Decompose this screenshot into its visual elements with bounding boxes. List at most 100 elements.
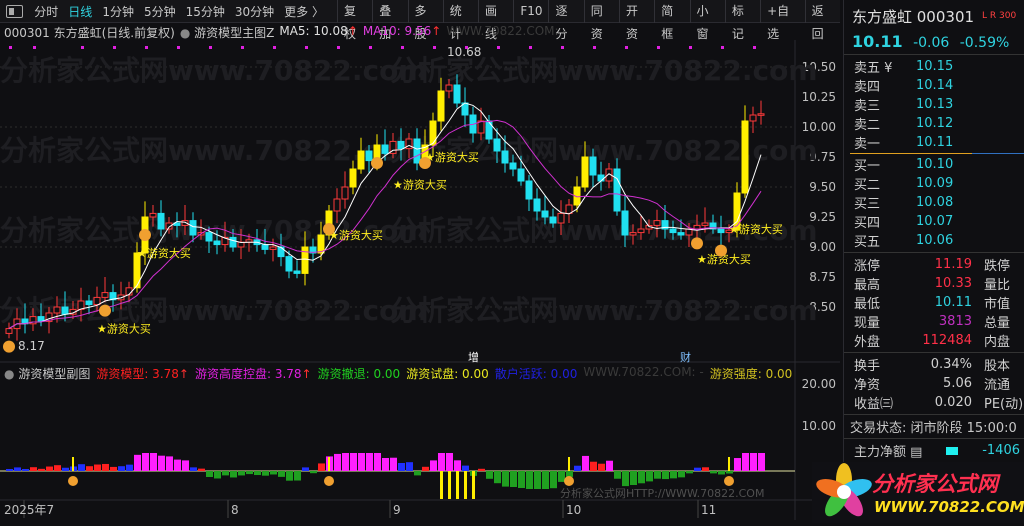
sub-bar: [478, 468, 485, 471]
sub-bar: [238, 471, 245, 476]
marker-dot: [241, 46, 244, 49]
toolbar-button[interactable]: 统计: [442, 0, 478, 41]
money-bag-icon: [691, 237, 703, 250]
watermark-text: WWW.70822.COM: -: [446, 24, 567, 38]
period-tab[interactable]: 分时: [29, 3, 63, 20]
sub-bar: [334, 453, 341, 471]
date-tick: 10: [566, 503, 581, 517]
money-bag-icon: [139, 229, 151, 241]
sub-bar: [550, 471, 557, 489]
period-tab[interactable]: 30分钟: [230, 3, 279, 20]
last-price: 10.11: [852, 32, 903, 51]
sub-bar: [190, 467, 197, 471]
stock-badge: L R 300: [982, 11, 1017, 21]
toolbar-button[interactable]: 开资: [619, 0, 654, 41]
sub-bar: [582, 455, 589, 471]
sub-bar: [670, 471, 677, 479]
bottom-watermark: 分析家公式网HTTP://WWW.70822.COM: [560, 486, 764, 500]
sub-bar: [182, 460, 189, 471]
yellow-signal-bar: [472, 471, 475, 499]
candle: [293, 260, 301, 279]
stat-row: 涨停 11.19 跌停: [854, 257, 1011, 274]
sidebar-toggle-icon[interactable]: [6, 4, 24, 18]
stat-row: 净资 5.06 流通: [854, 376, 1011, 393]
sub-bar: [638, 471, 645, 484]
sub-bar: [62, 467, 69, 471]
sub-bar: [342, 453, 349, 471]
sub-bar: [214, 471, 221, 479]
stat-row: 最低 10.11 市值: [854, 295, 1011, 312]
yellow-signal-bar: [448, 471, 451, 499]
period-tab[interactable]: 1分钟: [97, 3, 139, 20]
indicator-select[interactable]: ● 游资模型主图Z: [180, 24, 275, 40]
marker-dot: [529, 46, 532, 49]
sub-bar: [206, 471, 213, 477]
event-marker-cai[interactable]: 财: [680, 350, 691, 364]
period-tab[interactable]: 5分钟: [139, 3, 181, 20]
date-tick: 9: [393, 503, 401, 517]
toolbar-button[interactable]: 叠加: [372, 0, 407, 41]
period-tab[interactable]: 15分钟: [181, 3, 230, 20]
sub-bar: [350, 453, 357, 471]
marker-dot: [625, 46, 628, 49]
event-marker-zeng[interactable]: 增: [468, 350, 479, 364]
sub-indicator-value: 游资试盘: 0.00: [406, 367, 489, 381]
money-bag-icon: [324, 476, 334, 486]
marker-dot: [113, 46, 116, 49]
sub-bar: [198, 468, 205, 471]
period-tab[interactable]: 更多 〉: [279, 3, 329, 20]
sub-bar: [118, 466, 125, 471]
sub-bar: [686, 471, 693, 474]
sub-bar: [598, 463, 605, 471]
period-tab[interactable]: 日线: [63, 3, 97, 20]
toolbar-button[interactable]: 返回: [804, 0, 840, 41]
sub-bar: [422, 466, 429, 471]
sub-bar: [286, 471, 293, 481]
sub-bar: [574, 465, 581, 471]
marker-dot: [33, 46, 36, 49]
marker-dot: [401, 46, 404, 49]
marker-dot: [721, 46, 724, 49]
sub-bar: [430, 460, 437, 471]
stat-row: 最高 10.33 量比: [854, 276, 1011, 293]
marker-dot: [465, 46, 468, 49]
toolbar-button[interactable]: 标记: [724, 0, 760, 41]
kline-chart[interactable]: 10.5010.2510.009.759.509.259.008.758.50分…: [0, 40, 840, 520]
sub-bar: [742, 453, 749, 471]
sub-bar: [110, 466, 117, 471]
sub-bar: [678, 471, 685, 478]
sub-bar: [6, 469, 13, 471]
toolbar-button[interactable]: 多股: [407, 0, 443, 41]
toolbar-button[interactable]: 同资: [583, 0, 619, 41]
candle: [757, 100, 765, 125]
sub-bar: [78, 464, 85, 471]
toolbar-button[interactable]: 逐分: [548, 0, 583, 41]
ask-row: 卖三 10.13: [854, 97, 954, 114]
toolbar-button[interactable]: 简框: [654, 0, 689, 41]
toolbar-button[interactable]: 复权: [336, 0, 372, 41]
money-bag-icon: [99, 304, 111, 317]
signal-label: ★游资大买: [393, 178, 447, 192]
sub-bar: [758, 453, 765, 471]
price-change: -0.06: [913, 35, 950, 51]
sub-indicator-select[interactable]: ● 游资模型副图: [4, 365, 90, 382]
sub-tick: 20.00: [802, 377, 836, 391]
sub-bar: [718, 471, 725, 475]
yellow-signal-bar: [456, 471, 459, 499]
toolbar-button[interactable]: 小窗: [689, 0, 725, 41]
marker-dot: [145, 46, 148, 49]
money-bag-icon: [68, 476, 78, 486]
stock-name: 东方盛虹 000301: [852, 7, 975, 26]
sub-bar: [318, 463, 325, 471]
sub-bar: [486, 471, 493, 479]
toolbar-button[interactable]: +自选: [760, 0, 805, 41]
toolbar-button[interactable]: F10: [513, 0, 548, 23]
marker-dot: [305, 46, 308, 49]
sub-bar: [278, 471, 285, 477]
date-tick: 11: [701, 503, 716, 517]
sub-bar: [726, 471, 733, 474]
candle: [525, 175, 533, 211]
toolbar-button[interactable]: 画线: [478, 0, 513, 41]
marker-dot: [273, 46, 276, 49]
sub-bar: [366, 453, 373, 471]
